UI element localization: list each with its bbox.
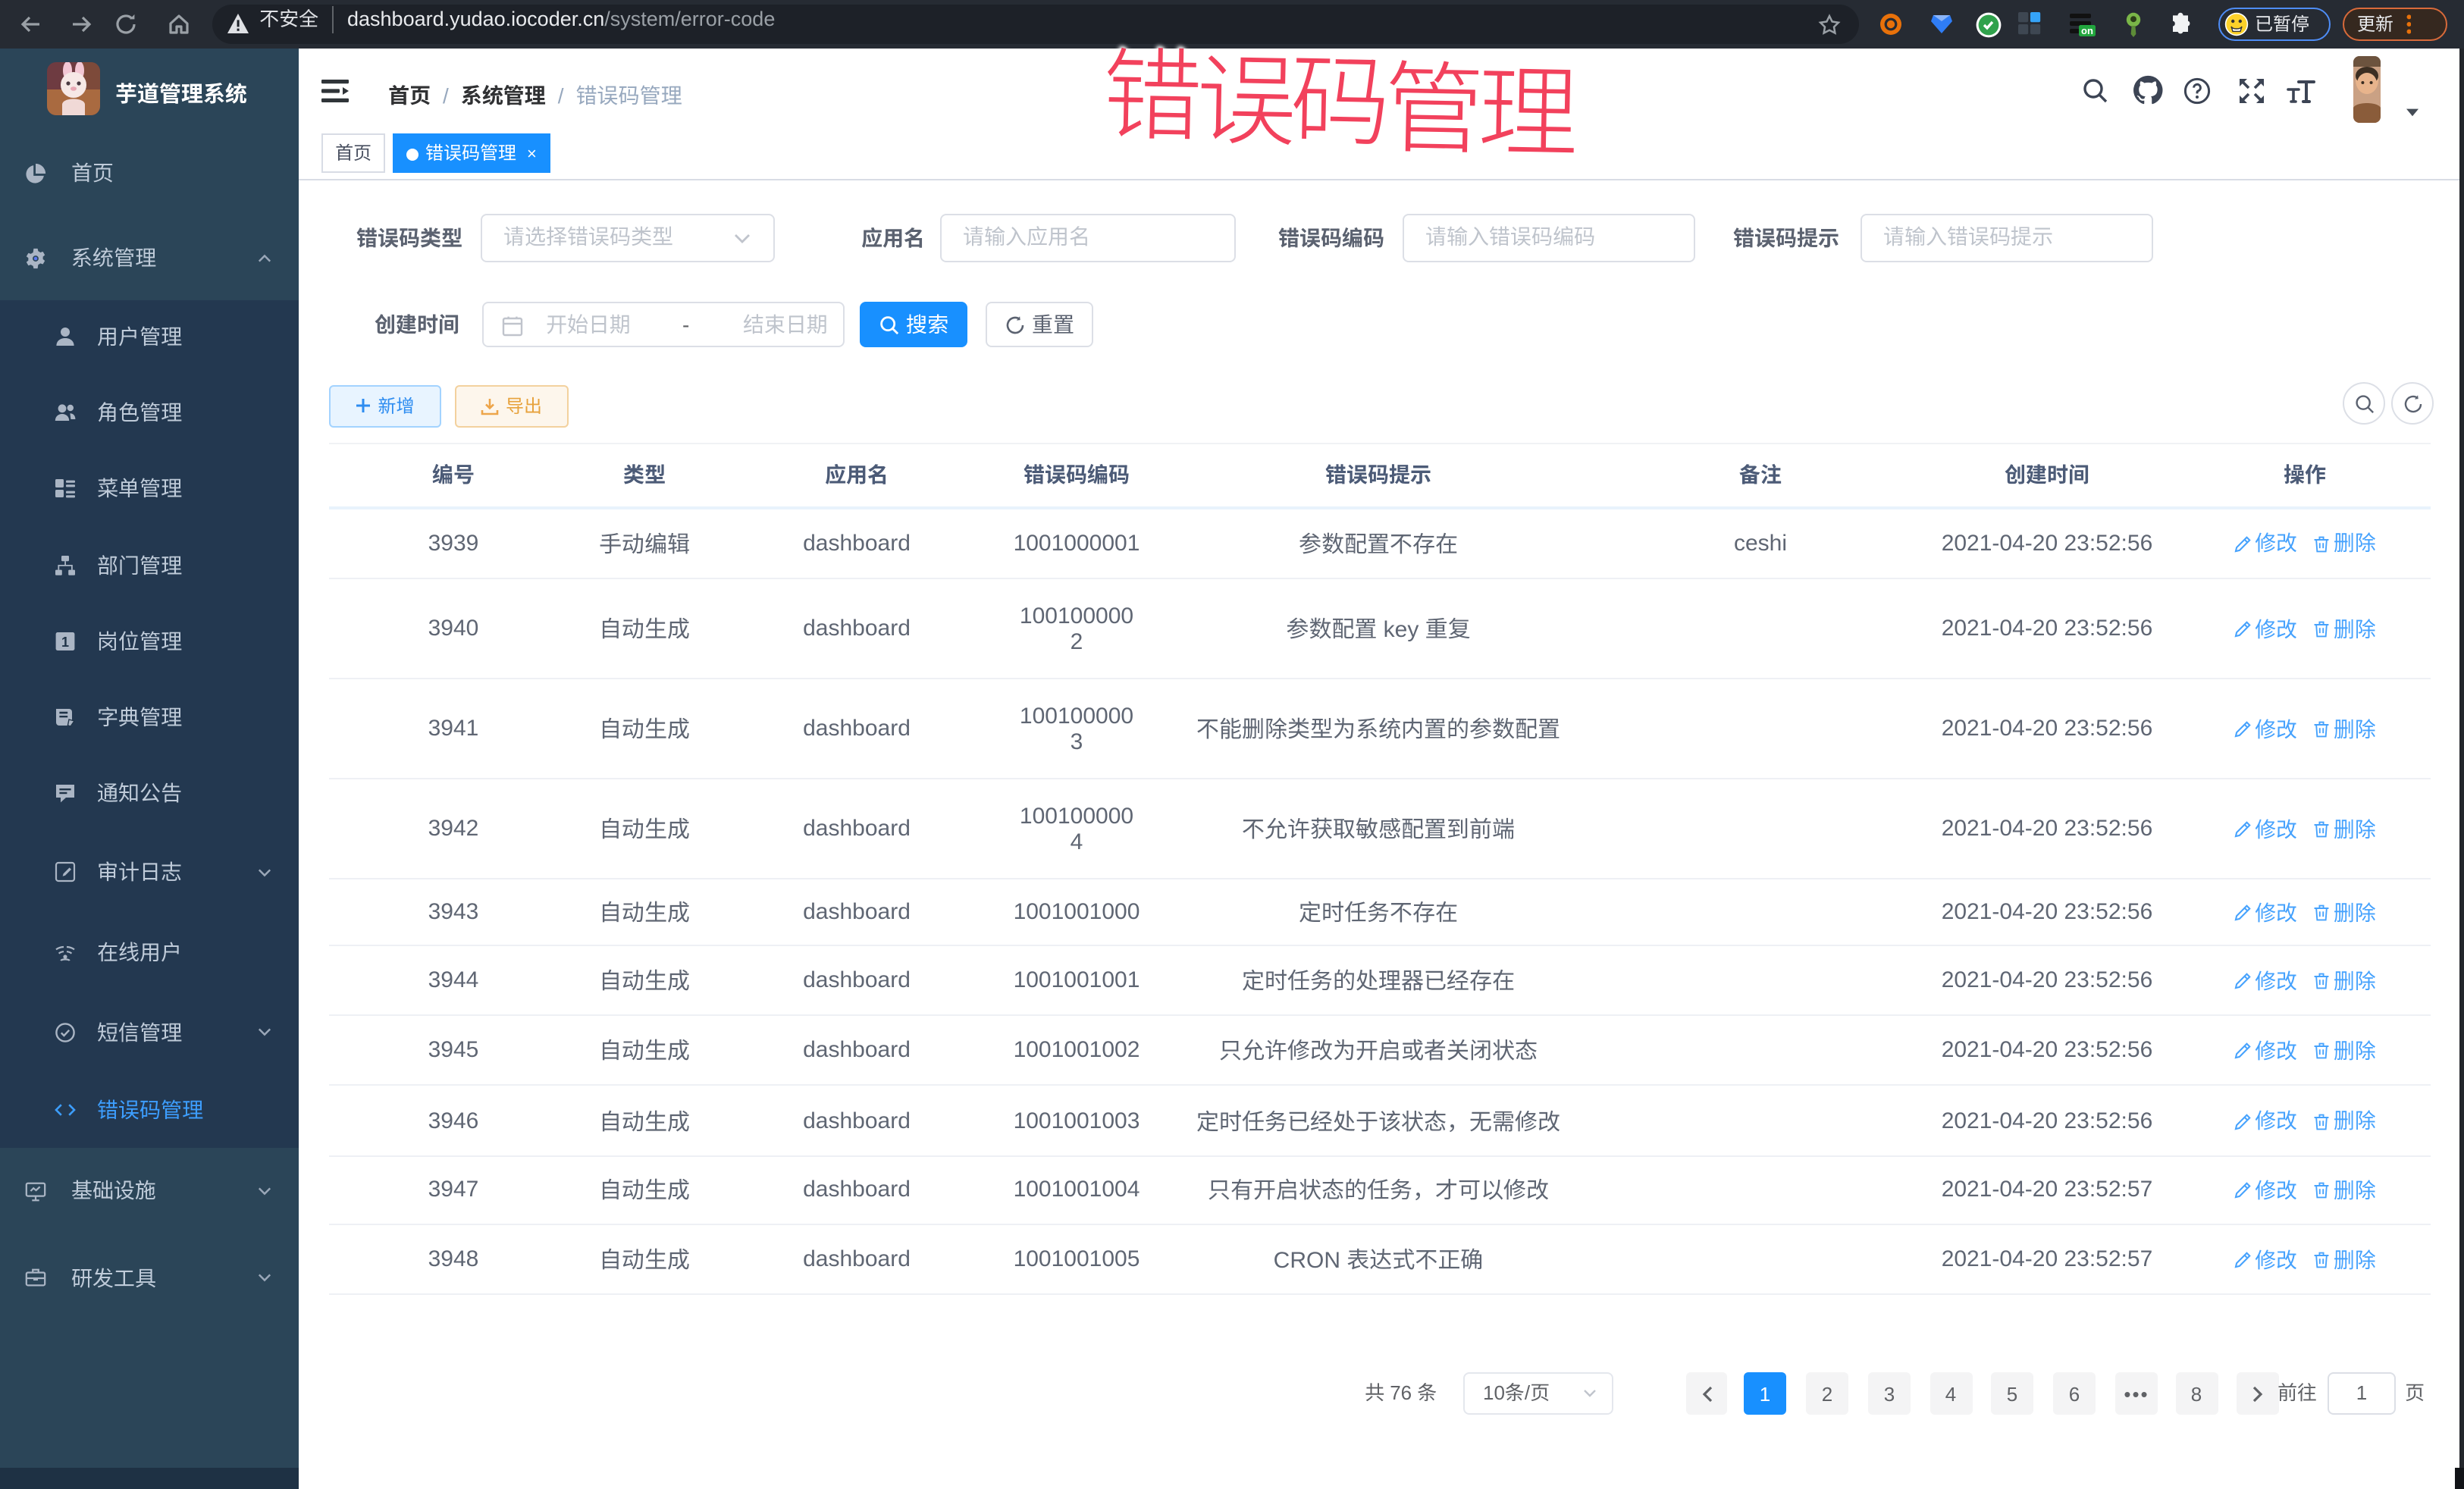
svg-text:on: on: [2081, 24, 2093, 36]
svg-text:1: 1: [61, 634, 69, 649]
